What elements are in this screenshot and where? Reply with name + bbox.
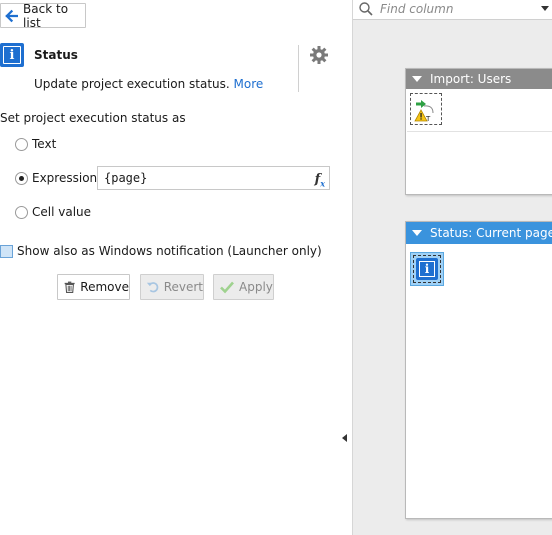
expression-field[interactable]: {page} fx: [97, 166, 330, 190]
card-separator: [407, 131, 552, 132]
set-status-label: Set project execution status as: [0, 111, 186, 125]
page-title: Status: [34, 48, 78, 62]
more-link[interactable]: More: [234, 77, 264, 91]
radio-expression[interactable]: [15, 172, 28, 185]
radio-text-label: Text: [32, 137, 57, 151]
check-icon: [220, 281, 234, 294]
svg-text:T: T: [425, 115, 431, 123]
search-icon: [359, 2, 373, 16]
status-current-page-card-title: Status: Current page: [430, 226, 552, 240]
node-selection-outline: i: [413, 255, 441, 283]
revert-button[interactable]: Revert: [140, 274, 204, 300]
import-users-card-title: Import: Users: [430, 72, 512, 86]
gear-icon[interactable]: [309, 45, 329, 65]
import-step-node[interactable]: T: [410, 93, 442, 125]
find-column-input[interactable]: [380, 0, 530, 18]
description-text: Update project execution status.: [34, 77, 230, 91]
chevron-down-icon[interactable]: [541, 6, 549, 11]
apply-label: Apply: [239, 280, 273, 294]
remove-label: Remove: [80, 280, 129, 294]
windows-notification-label: Show also as Windows notification (Launc…: [17, 244, 322, 258]
collapse-triangle-icon[interactable]: [412, 76, 422, 82]
trash-icon: [64, 281, 75, 293]
import-users-card-header[interactable]: Import: Users: [406, 69, 552, 89]
collapse-panel-icon[interactable]: [342, 434, 347, 442]
info-icon: i: [0, 43, 24, 67]
back-to-list-button[interactable]: Back to list: [0, 1, 86, 30]
collapse-triangle-icon[interactable]: [412, 230, 422, 236]
status-description: Update project execution status. More: [34, 77, 263, 91]
undo-icon: [146, 282, 159, 293]
import-warning-icon: T: [414, 100, 434, 123]
radio-expression-label: Expression: [32, 171, 98, 185]
import-users-card[interactable]: Import: Users T: [405, 68, 552, 195]
windows-notification-checkbox[interactable]: [0, 245, 13, 258]
radio-cell-value-label: Cell value: [32, 205, 92, 219]
back-arrow-icon: [5, 9, 19, 22]
expression-value: {page}: [104, 171, 148, 185]
remove-button[interactable]: Remove: [57, 274, 130, 300]
find-column-box: [353, 0, 552, 20]
status-current-page-card[interactable]: Status: Current page i: [405, 221, 552, 519]
editor-panel: Back to list i Status Update project exe…: [0, 0, 352, 535]
fx-icon[interactable]: fx: [315, 169, 325, 195]
revert-label: Revert: [163, 280, 203, 294]
info-icon: i: [416, 258, 438, 280]
back-to-list-label: Back to list: [23, 1, 69, 30]
header-divider: [298, 45, 299, 92]
flow-canvas: Import: Users T Status: Current page: [352, 0, 552, 535]
radio-cell-value[interactable]: [15, 206, 28, 219]
status-current-page-card-header[interactable]: Status: Current page: [406, 222, 552, 244]
apply-button[interactable]: Apply: [213, 274, 274, 300]
radio-text[interactable]: [15, 138, 28, 151]
status-step-node[interactable]: i: [410, 252, 444, 286]
